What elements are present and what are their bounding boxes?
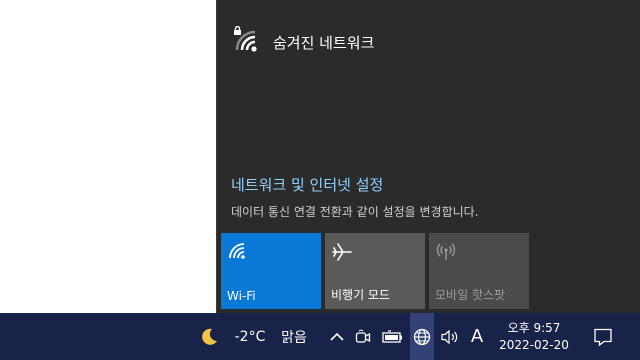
network-settings-link[interactable]: 네트워크 및 인터넷 설정 [231, 174, 383, 195]
moon-icon[interactable] [196, 313, 222, 360]
show-hidden-icons-chevron-icon[interactable] [326, 313, 348, 360]
airplane-mode-tile-label: 비행기 모드 [331, 288, 391, 302]
airplane-icon [331, 241, 353, 263]
battery-icon[interactable] [380, 313, 406, 360]
clock-date: 2022-02-20 [499, 337, 569, 352]
quick-action-tiles: Wi-Fi 비행기 모드 모바일 핫스팟 [221, 233, 533, 309]
wifi-tile[interactable]: Wi-Fi [221, 233, 321, 309]
network-flyout: 숨겨진 네트워크 네트워크 및 인터넷 설정 데이터 통신 연결 전환과 같이 … [216, 0, 640, 313]
input-method-indicator[interactable]: A [466, 313, 488, 360]
temperature-text[interactable]: -2°C [230, 313, 270, 360]
meet-now-icon[interactable] [352, 313, 374, 360]
weather-condition-text[interactable]: 맑음 [276, 313, 312, 360]
network-item[interactable]: 숨겨진 네트워크 [231, 22, 374, 62]
desktop-area [0, 0, 216, 313]
wifi-tile-label: Wi-Fi [227, 289, 256, 303]
network-globe-icon[interactable] [410, 313, 434, 360]
secured-wifi-icon [231, 25, 263, 58]
wifi-icon [227, 241, 249, 263]
notification-center-icon[interactable] [590, 313, 616, 360]
network-name: 숨겨진 네트워크 [273, 33, 375, 52]
network-settings-description: 데이터 통신 연결 전환과 같이 설정을 변경합니다. [231, 205, 479, 219]
mobile-hotspot-tile-label: 모바일 핫스팟 [435, 288, 506, 302]
hotspot-icon [435, 241, 457, 263]
taskbar: -2°C 맑음 A 오후 9:57 2022-02-20 [0, 313, 640, 360]
mobile-hotspot-tile[interactable]: 모바일 핫스팟 [429, 233, 529, 309]
clock[interactable]: 오후 9:57 2022-02-20 [494, 313, 574, 360]
airplane-mode-tile[interactable]: 비행기 모드 [325, 233, 425, 309]
volume-icon[interactable] [438, 313, 462, 360]
clock-time: 오후 9:57 [507, 320, 561, 335]
